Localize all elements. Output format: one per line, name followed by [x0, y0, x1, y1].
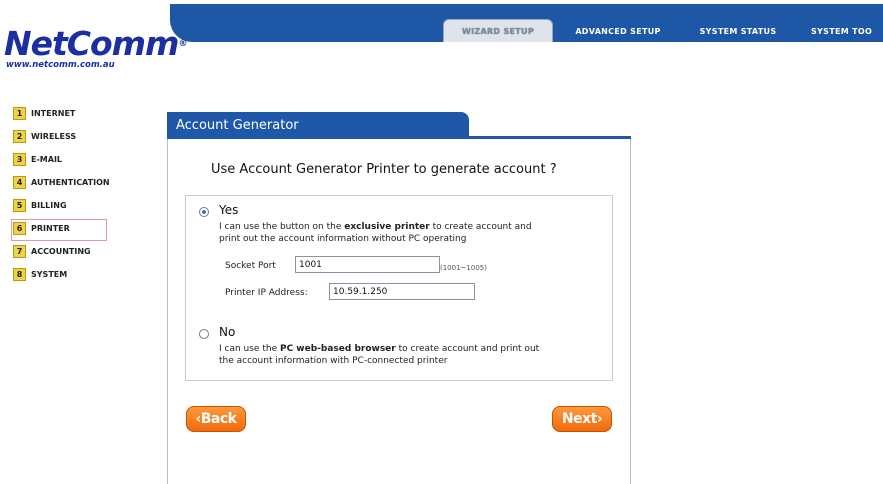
tab-advanced-setup[interactable]: ADVANCED SETUP	[559, 20, 677, 42]
menu-item-accounting[interactable]: 7 ACCOUNTING	[12, 240, 142, 263]
yes-radio[interactable]	[199, 207, 209, 217]
next-button-label: Next	[561, 411, 597, 427]
chevron-right-icon: ›	[596, 411, 603, 427]
menu-item-label: INTERNET	[31, 109, 76, 118]
panel-divider	[167, 136, 631, 139]
step-number: 3	[13, 153, 26, 166]
step-number: 2	[13, 130, 26, 143]
top-nav-bar: WIZARD SETUP ADVANCED SETUP SYSTEM STATU…	[170, 4, 883, 42]
wizard-menu: 1 INTERNET 2 WIRELESS 3 E-MAIL 4 AUTHENT…	[11, 102, 142, 286]
registered-mark: ®	[178, 39, 187, 49]
menu-item-email[interactable]: 3 E-MAIL	[12, 148, 142, 171]
yes-label: Yes	[219, 203, 239, 217]
netcomm-logo: NetComm® www.netcomm.com.au	[4, 24, 187, 71]
step-number: 6	[13, 222, 26, 235]
nav-tabs: WIZARD SETUP ADVANCED SETUP SYSTEM STATU…	[443, 18, 883, 42]
no-description: I can use the PC web-based browser to cr…	[219, 344, 540, 366]
back-button[interactable]: ‹ Back	[186, 406, 246, 432]
step-number: 4	[13, 176, 26, 189]
tab-wizard-setup[interactable]: WIZARD SETUP	[443, 19, 553, 42]
menu-item-label: E-MAIL	[31, 155, 63, 164]
socket-port-range-hint: (1001~1005)	[440, 264, 487, 272]
no-radio[interactable]	[199, 329, 209, 339]
logo-brand: NetComm®	[4, 24, 187, 63]
printer-ip-label: Printer IP Address:	[225, 288, 308, 298]
step-number: 1	[13, 107, 26, 120]
menu-item-label: WIRELESS	[31, 132, 77, 141]
no-label: No	[219, 325, 236, 339]
menu-item-system[interactable]: 8 SYSTEM	[12, 263, 142, 286]
menu-item-internet[interactable]: 1 INTERNET	[12, 102, 142, 125]
menu-item-label: SYSTEM	[31, 270, 68, 279]
menu-item-wireless[interactable]: 2 WIRELESS	[12, 125, 142, 148]
tab-system-tools[interactable]: SYSTEM TOO	[799, 20, 883, 42]
printer-ip-input[interactable]	[329, 283, 475, 300]
tab-system-status[interactable]: SYSTEM STATUS	[677, 20, 799, 42]
menu-item-label: AUTHENTICATION	[31, 178, 110, 187]
back-button-label: Back	[200, 411, 237, 427]
menu-item-printer[interactable]: 6 PRINTER	[11, 217, 142, 241]
next-button[interactable]: Next ›	[552, 406, 612, 432]
menu-item-label: PRINTER	[31, 224, 70, 233]
panel-title: Account Generator	[167, 112, 469, 138]
menu-item-label: BILLING	[31, 201, 67, 210]
menu-item-authentication[interactable]: 4 AUTHENTICATION	[12, 171, 142, 194]
yes-description: I can use the button on the exclusive pr…	[219, 222, 532, 244]
menu-item-label: ACCOUNTING	[31, 247, 91, 256]
socket-port-label: Socket Port	[225, 261, 276, 271]
step-number: 8	[13, 268, 26, 281]
menu-item-billing[interactable]: 5 BILLING	[12, 194, 142, 217]
socket-port-input[interactable]	[295, 256, 440, 273]
step-number: 5	[13, 199, 26, 212]
question-text: Use Account Generator Printer to generat…	[211, 162, 557, 177]
step-number: 7	[13, 245, 26, 258]
